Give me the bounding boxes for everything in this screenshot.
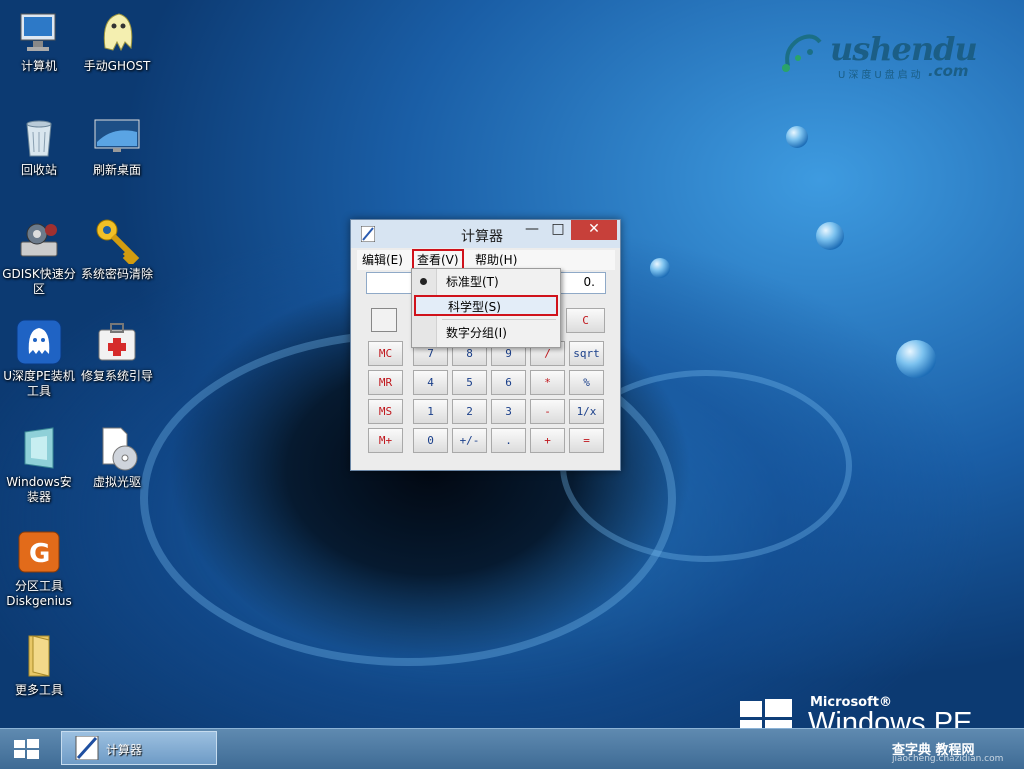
- clear-key[interactable]: C: [566, 308, 605, 333]
- folder-icon: [15, 632, 63, 680]
- desktop-icon-windows-installer[interactable]: Windows安装器: [1, 424, 77, 505]
- disc-icon: [93, 424, 141, 472]
- desktop-icon-label: 计算机: [20, 59, 57, 73]
- key-3[interactable]: 3: [491, 399, 526, 424]
- desktop-icon-diskgenius[interactable]: G 分区工具Diskgenius: [1, 528, 77, 609]
- ghost-app-icon: [15, 318, 63, 366]
- selected-bullet-icon: [420, 278, 427, 285]
- key-1[interactable]: 1: [413, 399, 448, 424]
- maximize-button[interactable]: □: [545, 220, 571, 240]
- key-reciprocal[interactable]: 1/x: [569, 399, 604, 424]
- windows-start-icon: [14, 739, 39, 759]
- desktop-icon-label: U深度PE装机工具: [3, 369, 75, 398]
- taskbar: 计算器: [0, 728, 1024, 769]
- taskbar-calculator-button[interactable]: 计算器: [61, 731, 217, 765]
- water-drop: [786, 126, 808, 148]
- water-drop: [650, 258, 670, 278]
- key-sqrt[interactable]: sqrt: [569, 341, 604, 366]
- desktop-icon-virtual-drive[interactable]: 虚拟光驱: [79, 424, 155, 490]
- title-bar[interactable]: 计算器 — □ ✕: [351, 220, 620, 248]
- key-plus[interactable]: +: [530, 428, 565, 453]
- desktop-icon-label: 手动GHOST: [83, 59, 151, 73]
- key-negate[interactable]: +/-: [452, 428, 487, 453]
- key-5[interactable]: 5: [452, 370, 487, 395]
- watermark: 查字典 教程网 jiaocheng.chazidian.com: [892, 739, 1012, 764]
- key-icon: [93, 216, 141, 267]
- desktop-icon-label: 分区工具Diskgenius: [6, 579, 72, 608]
- recycle-bin-icon: [15, 112, 63, 160]
- desktop-icon-more-tools[interactable]: 更多工具: [1, 632, 77, 698]
- desktop-icon-label: 系统密码清除: [80, 267, 153, 281]
- ushendu-domain: .com: [928, 62, 969, 80]
- ushendu-tagline: U深度U盘启动: [838, 70, 924, 81]
- desktop-icon-label: GDISK快速分区: [2, 267, 76, 296]
- desktop-icon-pe-installer[interactable]: U深度PE装机工具: [1, 318, 77, 399]
- menu-item-standard[interactable]: 标准型(T): [436, 272, 558, 292]
- computer-icon: [15, 8, 63, 56]
- start-button[interactable]: [10, 735, 42, 763]
- minimize-button[interactable]: —: [519, 220, 545, 240]
- ushendu-logo-icon: [782, 34, 822, 72]
- key-equals[interactable]: =: [569, 428, 604, 453]
- desktop-icon-repair-boot[interactable]: 修复系统引导: [79, 318, 155, 384]
- memory-indicator: [371, 308, 397, 332]
- menu-item-scientific[interactable]: 科学型(S): [414, 295, 558, 316]
- window-title: 计算器: [461, 229, 503, 245]
- calculator-task-icon: [72, 735, 102, 761]
- menu-separator: [442, 319, 556, 320]
- key-multiply[interactable]: *: [530, 370, 565, 395]
- menu-item-digit-grouping[interactable]: 数字分组(I): [436, 323, 558, 343]
- display-value: 0.: [583, 275, 595, 289]
- desktop-icon-refresh-desktop[interactable]: 刷新桌面: [79, 112, 155, 178]
- first-aid-kit-icon: [93, 318, 141, 366]
- desktop-icon-label: Windows安装器: [6, 475, 72, 504]
- key-2[interactable]: 2: [452, 399, 487, 424]
- water-drop: [816, 222, 844, 250]
- desktop-icon-label: 虚拟光驱: [92, 475, 141, 489]
- desktop-icon-recycle-bin[interactable]: 回收站: [1, 112, 77, 178]
- gear-disk-icon: [15, 216, 63, 264]
- svg-text:G: G: [29, 539, 50, 569]
- desktop-icon-label: 更多工具: [14, 683, 63, 697]
- view-dropdown-menu: 标准型(T) 科学型(S) 数字分组(I): [411, 268, 561, 348]
- key-ms[interactable]: MS: [368, 399, 403, 424]
- close-button[interactable]: ✕: [571, 220, 617, 240]
- ghost-icon: [93, 8, 141, 56]
- key-minus[interactable]: -: [530, 399, 565, 424]
- ushendu-logo: ushendu U深度U盘启动 .com: [778, 26, 1008, 86]
- desktop-icon-gdisk[interactable]: GDISK快速分区: [1, 216, 77, 297]
- key-0[interactable]: 0: [413, 428, 448, 453]
- windows-pe-logo: Microsoft® Windows PE: [740, 693, 1024, 739]
- installer-box-icon: [15, 424, 63, 472]
- desktop-icon-computer[interactable]: 计算机: [1, 8, 77, 74]
- desktop-icon-ghost[interactable]: 手动GHOST: [79, 8, 155, 74]
- water-drop: [896, 340, 936, 378]
- menu-help[interactable]: 帮助(H): [472, 251, 520, 269]
- desktop-icon-label: 刷新桌面: [92, 163, 141, 177]
- taskbar-button-label: 计算器: [106, 743, 143, 757]
- calculator-app-icon: [360, 225, 376, 243]
- watermark-url: jiaocheng.chazidian.com: [892, 754, 1004, 764]
- desktop-icon-label: 修复系统引导: [80, 369, 153, 383]
- desktop-icon-password-clear[interactable]: 系统密码清除: [79, 216, 155, 282]
- menu-edit[interactable]: 编辑(E): [359, 251, 406, 269]
- key-mplus[interactable]: M+: [368, 428, 403, 453]
- desktop-icon-label: 回收站: [20, 163, 57, 177]
- monitor-icon: [93, 112, 141, 160]
- key-mc[interactable]: MC: [368, 341, 403, 366]
- key-4[interactable]: 4: [413, 370, 448, 395]
- key-percent[interactable]: %: [569, 370, 604, 395]
- key-mr[interactable]: MR: [368, 370, 403, 395]
- key-6[interactable]: 6: [491, 370, 526, 395]
- key-decimal[interactable]: .: [491, 428, 526, 453]
- diskgenius-icon: G: [15, 528, 63, 576]
- menu-bar: 编辑(E) 查看(V) 帮助(H): [357, 249, 615, 271]
